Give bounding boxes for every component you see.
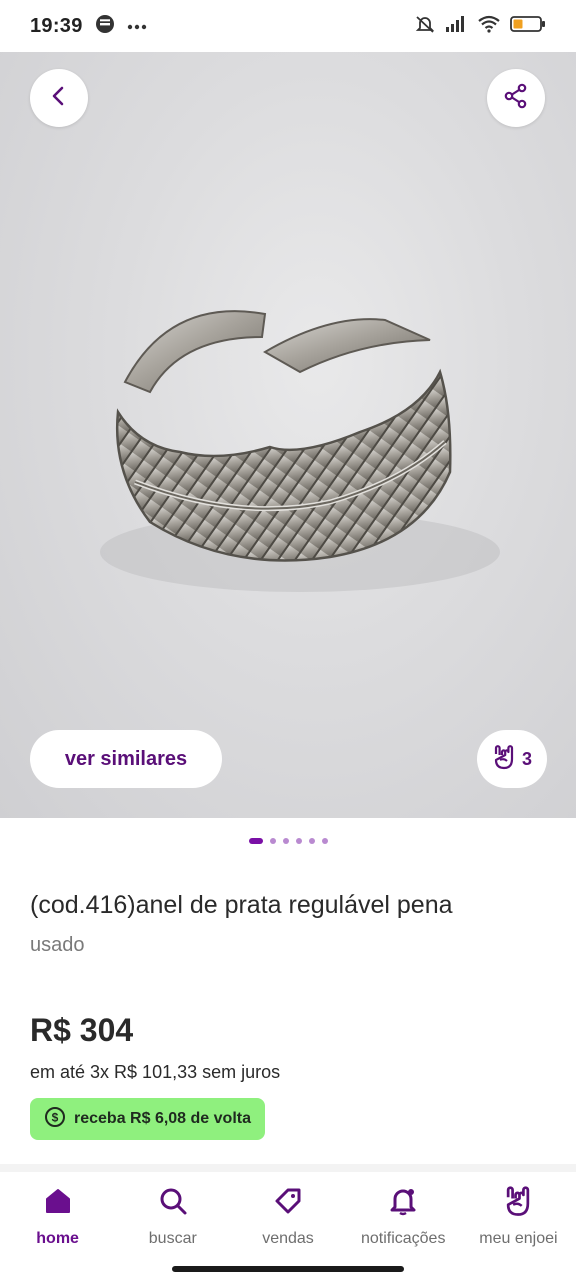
rock-hand-icon — [492, 744, 516, 775]
cashback-badge[interactable]: $ receba R$ 6,08 de volta — [30, 1098, 265, 1140]
bell-icon — [386, 1184, 420, 1218]
product-condition: usado — [30, 934, 85, 956]
home-indicator — [172, 1266, 404, 1272]
pagination-dot[interactable] — [282, 838, 289, 844]
ring-illustration — [100, 310, 500, 592]
status-time: 19:39 — [30, 14, 83, 37]
signal-icon — [444, 15, 468, 38]
section-divider — [0, 1164, 576, 1172]
nav-search-label: buscar — [148, 1230, 197, 1247]
likes-count: 3 — [521, 748, 532, 769]
nav-sales[interactable]: vendas — [230, 1172, 345, 1280]
share-icon — [503, 83, 529, 114]
see-similar-button[interactable]: ver similares — [30, 730, 222, 788]
nav-my-enjoei[interactable]: meu enjoei — [461, 1172, 576, 1280]
like-button[interactable]: 3 — [477, 730, 547, 788]
svg-text:$: $ — [52, 1110, 59, 1124]
nav-home-label: home — [36, 1230, 79, 1247]
installments-text: em até 3x R$ 101,33 sem juros — [30, 1062, 281, 1082]
back-button[interactable] — [30, 69, 88, 127]
pagination-dot[interactable] — [321, 838, 328, 844]
nav-notifications-label: notificações — [360, 1230, 446, 1247]
product-photo[interactable]: ver similares 3 — [0, 52, 576, 818]
gallery-pagination — [0, 838, 576, 844]
nav-notifications[interactable]: notificações — [346, 1172, 461, 1280]
bell-off-icon — [415, 14, 435, 39]
app-e-icon — [95, 14, 115, 39]
cashback-text: receba R$ 6,08 de volta — [74, 1110, 251, 1127]
nav-home[interactable]: home — [0, 1172, 115, 1280]
bottom-nav: home buscar vendas notificações meu enjo… — [0, 1172, 576, 1280]
wifi-icon — [477, 15, 501, 38]
product-title: (cod.416)anel de prata regulável pena — [30, 891, 453, 919]
home-icon — [41, 1184, 75, 1218]
status-bar: 19:39 — [0, 0, 576, 52]
pagination-dot[interactable] — [248, 838, 263, 844]
rock-hand-icon — [501, 1184, 535, 1218]
chevron-left-icon — [48, 85, 70, 112]
pagination-dot[interactable] — [269, 838, 276, 844]
cashback-icon: $ — [44, 1106, 66, 1133]
pagination-dot[interactable] — [295, 838, 302, 844]
nav-search[interactable]: buscar — [115, 1172, 230, 1280]
share-button[interactable] — [487, 69, 545, 127]
search-icon — [156, 1184, 190, 1218]
battery-icon — [510, 15, 546, 38]
nav-my-enjoei-label: meu enjoei — [479, 1230, 558, 1247]
pagination-dot[interactable] — [308, 838, 315, 844]
product-price: R$ 304 — [30, 1012, 134, 1048]
tag-icon — [271, 1184, 305, 1218]
more-dots-icon — [127, 17, 147, 35]
nav-sales-label: vendas — [262, 1230, 314, 1247]
